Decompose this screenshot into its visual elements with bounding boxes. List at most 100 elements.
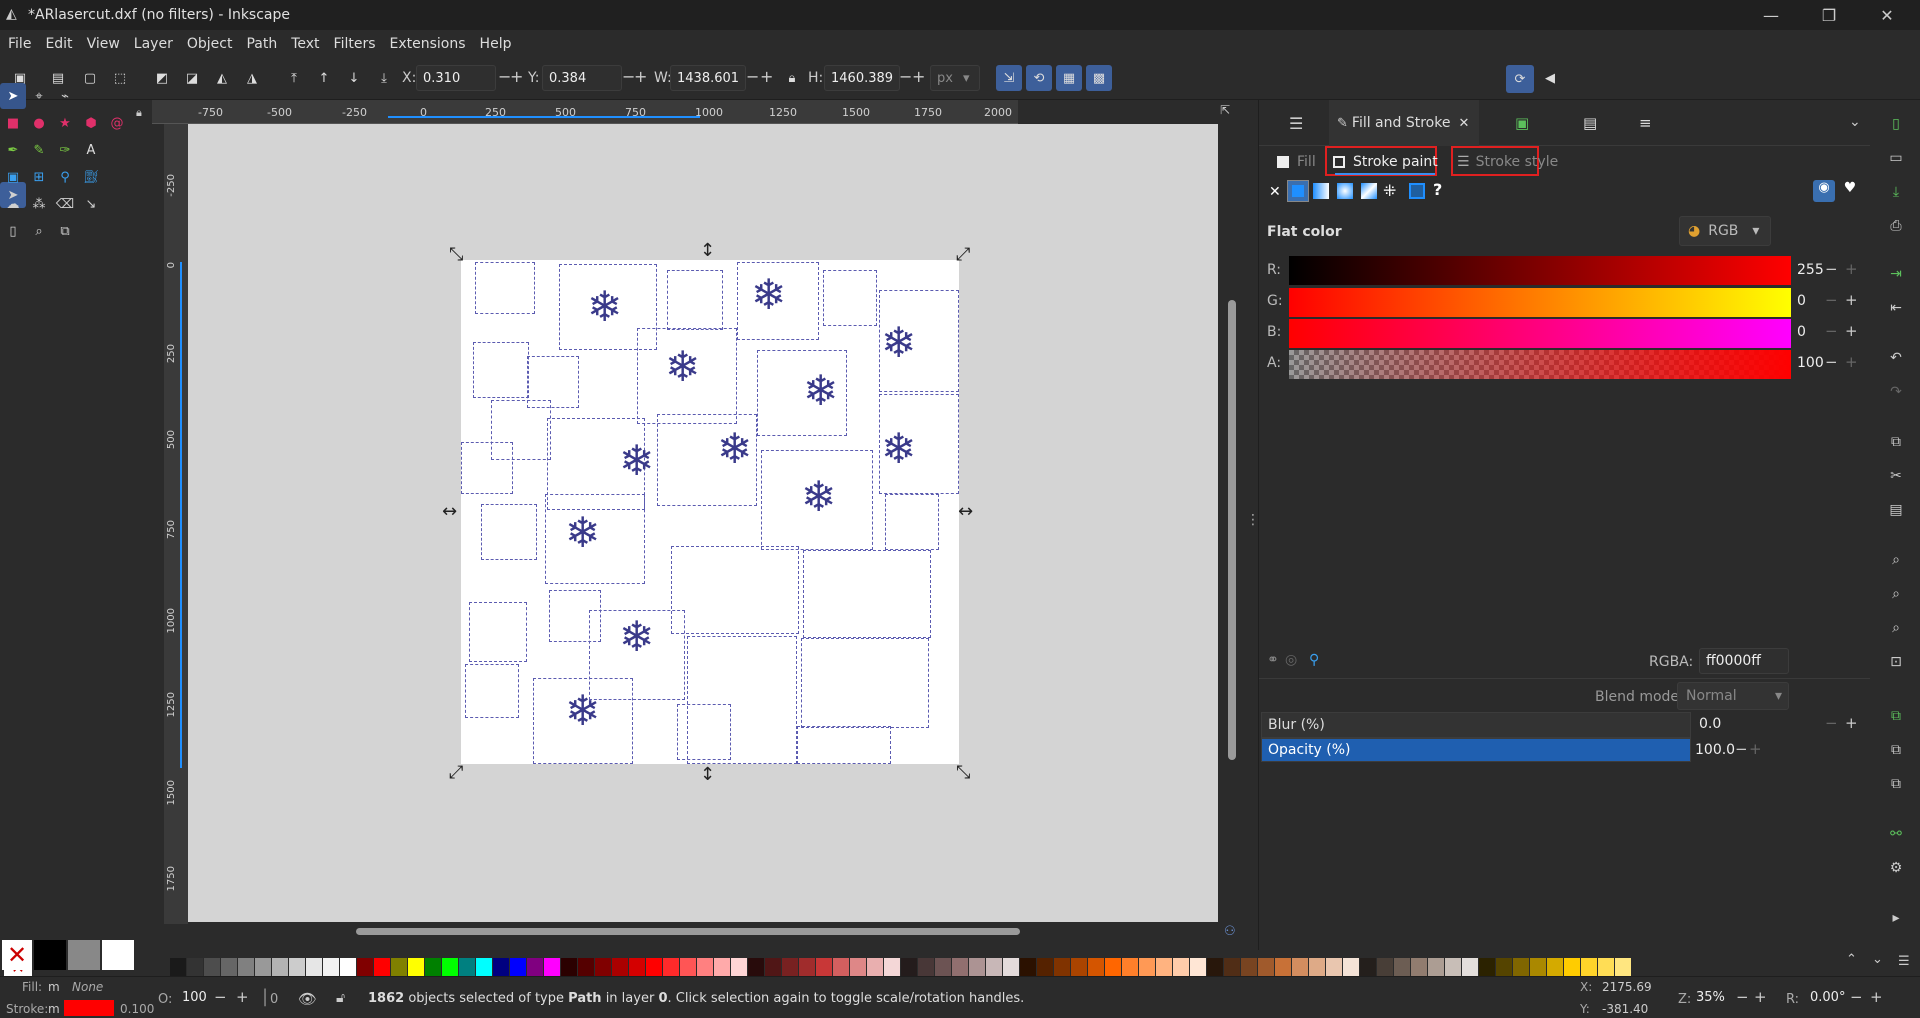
palette-swatch[interactable] — [901, 958, 918, 976]
g-value-field[interactable]: 0 — [1797, 293, 1806, 309]
b-minus-icon[interactable]: − — [1825, 322, 1838, 340]
path-outline[interactable] — [481, 504, 537, 560]
palette-swatch[interactable] — [255, 958, 272, 976]
palette-swatch[interactable] — [425, 958, 442, 976]
tab-fill-and-stroke[interactable]: ✎ Fill and Stroke ✕ — [1329, 100, 1479, 146]
zoom-page-icon[interactable]: ⌕ — [1884, 616, 1908, 640]
g-plus-icon[interactable]: + — [1845, 291, 1858, 309]
palette-swatch[interactable] — [986, 958, 1003, 976]
group-icon[interactable]: ⚯ — [1884, 822, 1908, 846]
minimize-icon[interactable]: — — [1742, 0, 1800, 30]
calligraphy-tool-icon[interactable]: ✑ — [52, 137, 78, 163]
b-slider[interactable] — [1289, 319, 1791, 348]
save-icon[interactable]: ⤓ — [1884, 180, 1908, 204]
color-picker-icon[interactable]: ⚲ — [1309, 652, 1319, 668]
palette-swatch[interactable] — [1547, 958, 1564, 976]
a-minus-icon[interactable]: − — [1825, 353, 1838, 371]
snowflake-shape[interactable]: ❄ — [665, 346, 700, 388]
palette-swatch[interactable] — [884, 958, 901, 976]
eraser-tool-icon[interactable]: ⌫ — [52, 191, 78, 217]
palette-swatch[interactable] — [1190, 958, 1207, 976]
palette-swatch[interactable] — [544, 958, 561, 976]
path-outline[interactable] — [803, 550, 931, 638]
palette-swatch[interactable] — [1122, 958, 1139, 976]
linear-gradient-button[interactable] — [1313, 183, 1329, 199]
zoom-selection-icon[interactable]: ⌕ — [1884, 548, 1908, 572]
close-icon[interactable]: ✕ — [1858, 0, 1916, 30]
b-plus-icon[interactable]: + — [1845, 322, 1858, 340]
transform-patterns-icon[interactable]: ▩ — [1086, 65, 1112, 91]
palette-swatch[interactable] — [731, 958, 748, 976]
gray-swatch[interactable] — [68, 940, 100, 970]
path-outline[interactable] — [671, 546, 799, 634]
palette-swatch[interactable] — [1088, 958, 1105, 976]
palette-swatch[interactable] — [816, 958, 833, 976]
palette-swatch[interactable] — [1207, 958, 1224, 976]
star-tool-icon[interactable]: ★ — [52, 110, 78, 136]
palette-swatch[interactable] — [782, 958, 799, 976]
palette-swatch[interactable] — [1411, 958, 1428, 976]
g-slider[interactable] — [1289, 288, 1791, 317]
select-same-icon[interactable]: ⬚ — [108, 66, 132, 90]
r-minus-icon[interactable]: − — [1825, 260, 1838, 278]
layer-indicator[interactable]: 0 — [270, 992, 278, 1007]
palette-swatch[interactable] — [850, 958, 867, 976]
palette-swatch[interactable] — [1173, 958, 1190, 976]
a-slider[interactable] — [1289, 350, 1791, 379]
palette-swatch[interactable] — [646, 958, 663, 976]
flip-vertical-icon[interactable]: ◮ — [240, 66, 264, 90]
rotate-cw-icon[interactable]: ◪ — [180, 66, 204, 90]
fill-indicator[interactable]: None — [72, 980, 103, 994]
palette-swatch[interactable] — [527, 958, 544, 976]
duplicate-icon[interactable]: ⧉ — [1884, 704, 1908, 728]
clone-icon[interactable]: ⧉ — [1884, 738, 1908, 762]
palette-swatch[interactable] — [1513, 958, 1530, 976]
palette-swatch[interactable] — [408, 958, 425, 976]
palette-swatch[interactable] — [1326, 958, 1343, 976]
palette-swatch[interactable] — [1479, 958, 1496, 976]
palette-swatch[interactable] — [612, 958, 629, 976]
path-outline[interactable] — [797, 726, 891, 764]
rgba-input[interactable]: ff0000ff — [1699, 648, 1789, 674]
palette-swatch[interactable] — [170, 958, 187, 976]
snowflake-shape[interactable]: ❄ — [587, 286, 622, 328]
palette-swatch[interactable] — [799, 958, 816, 976]
palette-swatch[interactable] — [952, 958, 969, 976]
menu-object[interactable]: Object — [187, 36, 233, 52]
stroke-width-value[interactable]: 0.100 — [120, 1002, 154, 1016]
document-page[interactable]: ❄ ❄ ❄ ❄ ❄ ❄ ❄ ❄ ❄ ❄ ❄ ❄ — [461, 260, 959, 764]
r-value-field[interactable]: 255 — [1797, 262, 1824, 278]
unit-select[interactable]: px ▾ — [930, 65, 980, 91]
snowflake-shape[interactable]: ❄ — [881, 428, 916, 470]
raise-to-top-icon[interactable]: ⤒ — [282, 66, 306, 90]
palette-swatch[interactable] — [1462, 958, 1479, 976]
flip-horizontal-icon[interactable]: ◭ — [210, 66, 234, 90]
rotation-field[interactable]: 0.00° — [1806, 986, 1856, 1012]
palette-swatch[interactable] — [1156, 958, 1173, 976]
palette-swatch[interactable] — [187, 958, 204, 976]
zoom-field[interactable]: 35% — [1692, 986, 1742, 1012]
snowflake-shape[interactable]: ❄ — [619, 616, 654, 658]
palette-swatch[interactable] — [1224, 958, 1241, 976]
rotate-ccw-icon[interactable]: ◩ — [150, 66, 174, 90]
palette-swatch[interactable] — [204, 958, 221, 976]
palette-swatch[interactable] — [561, 958, 578, 976]
r-plus-icon[interactable]: + — [1845, 260, 1858, 278]
scale-handle-bottom[interactable]: ↕ — [700, 766, 715, 784]
snowflake-shape[interactable]: ❄ — [751, 274, 786, 316]
x-plus-icon[interactable]: + — [510, 67, 523, 86]
path-outline[interactable] — [677, 704, 731, 760]
print-icon[interactable]: ⎙ — [1884, 214, 1908, 238]
palette-swatch[interactable] — [1020, 958, 1037, 976]
palette-swatch[interactable] — [476, 958, 493, 976]
ellipse-tool-icon[interactable]: ● — [26, 110, 52, 136]
rectangle-tool-icon[interactable]: ■ — [0, 110, 26, 136]
palette-swatch[interactable] — [680, 958, 697, 976]
export-tab-icon[interactable]: ▣ — [1515, 114, 1529, 132]
menu-help[interactable]: Help — [480, 36, 512, 52]
palette-menu-icon[interactable]: ☰ — [1898, 954, 1910, 969]
w-field[interactable]: 1438.601 — [670, 65, 746, 91]
palette-swatch[interactable] — [1343, 958, 1360, 976]
path-outline[interactable] — [473, 342, 529, 398]
palette-swatch[interactable] — [391, 958, 408, 976]
